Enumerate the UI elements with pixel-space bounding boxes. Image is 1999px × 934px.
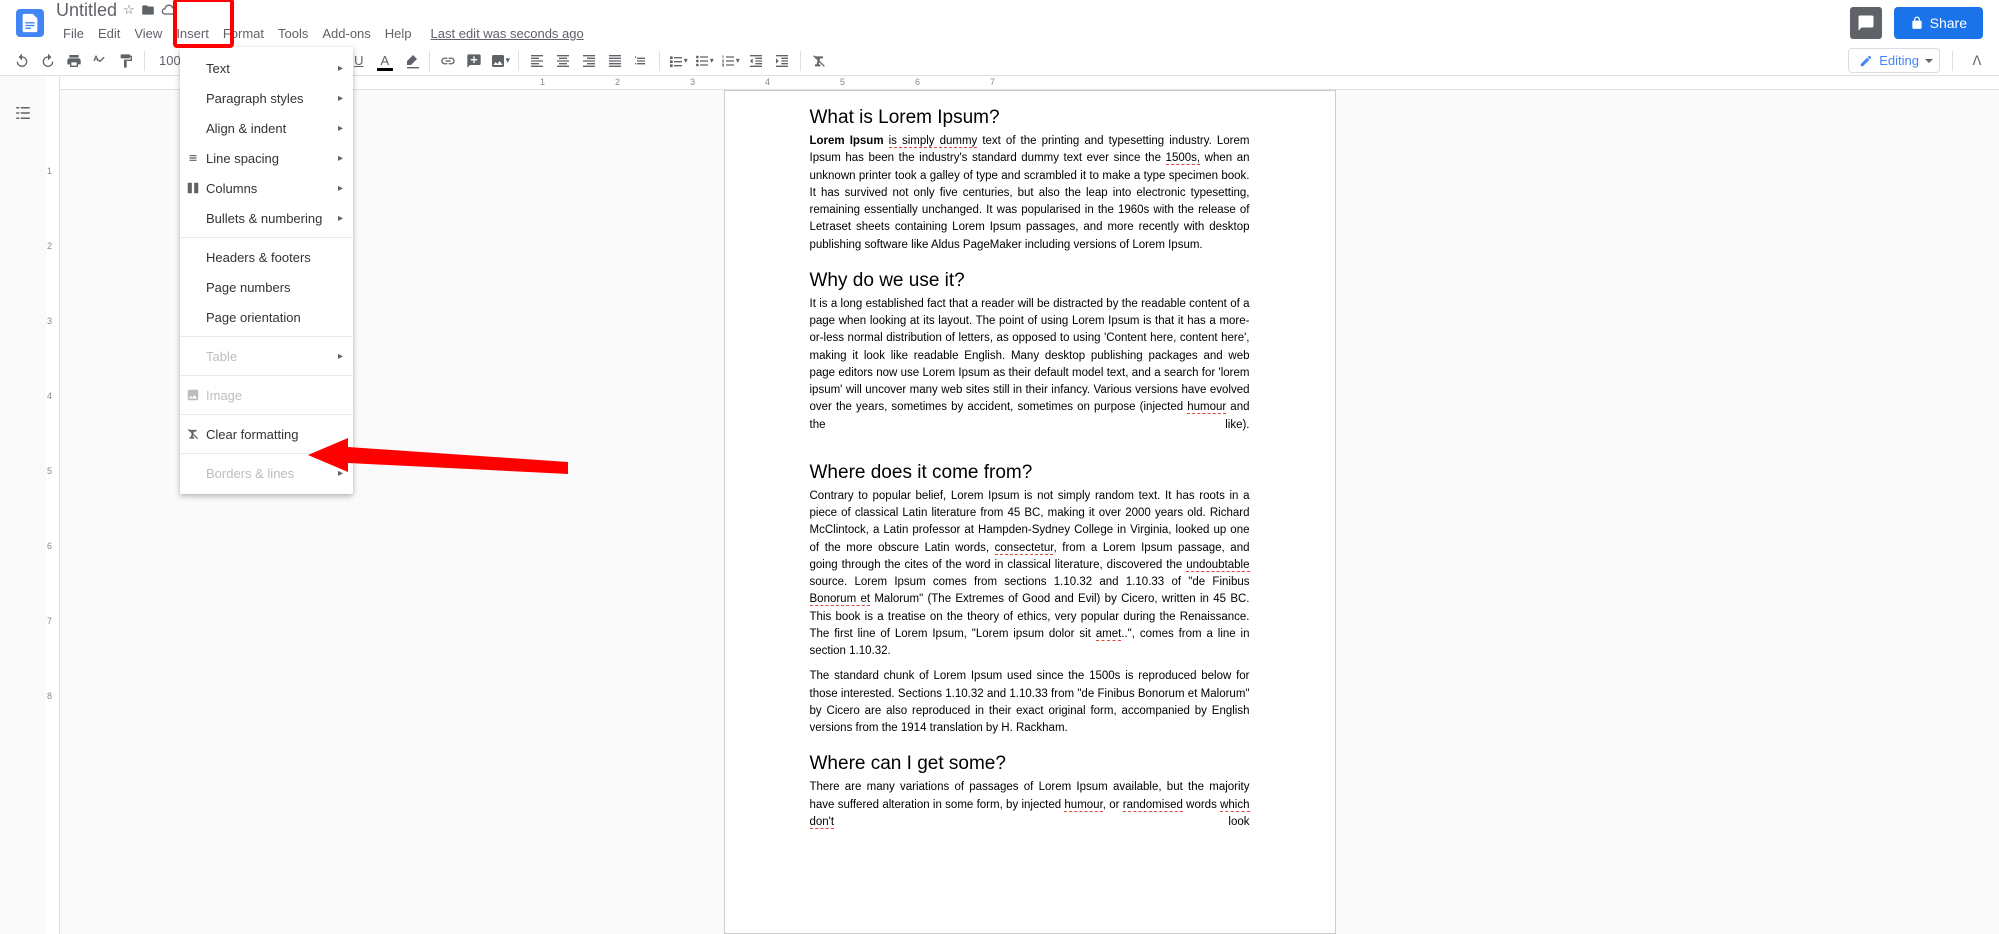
dd-line-spacing[interactable]: Line spacing — [180, 143, 353, 173]
dd-text[interactable]: Text — [180, 53, 353, 83]
editing-mode-button[interactable]: Editing — [1848, 48, 1940, 73]
lock-icon — [1910, 16, 1924, 30]
menu-file[interactable]: File — [56, 22, 91, 45]
left-strip — [0, 76, 46, 934]
menu-tools[interactable]: Tools — [271, 22, 315, 45]
star-icon[interactable]: ☆ — [123, 2, 135, 18]
menu-addons[interactable]: Add-ons — [315, 22, 377, 45]
add-comment-button[interactable] — [462, 49, 486, 73]
dd-table: Table — [180, 341, 353, 371]
menu-format[interactable]: Format — [216, 22, 271, 45]
dd-image: Image — [180, 380, 353, 410]
pencil-icon — [1859, 54, 1873, 68]
comments-button[interactable] — [1850, 7, 1882, 39]
decrease-indent-button[interactable] — [744, 49, 768, 73]
document-page[interactable]: What is Lorem Ipsum? Lorem Ipsum is simp… — [724, 90, 1336, 934]
paragraph-4: The standard chunk of Lorem Ipsum used s… — [810, 668, 1250, 737]
line-spacing-icon — [186, 151, 200, 165]
menu-help[interactable]: Help — [378, 22, 419, 45]
dd-borders-lines: Borders & lines — [180, 458, 353, 488]
title-area: Untitled ☆ File Edit View Insert Format … — [56, 0, 1850, 45]
paragraph-1: Lorem Ipsum is simply dummy text of the … — [810, 133, 1250, 254]
vertical-ruler: 1 2 3 4 5 6 7 8 — [46, 76, 60, 934]
paragraph-2: It is a long established fact that a rea… — [810, 296, 1250, 434]
insert-link-button[interactable] — [436, 49, 460, 73]
paragraph-5: There are many variations of passages of… — [810, 779, 1250, 831]
paragraph-3: Contrary to popular belief, Lorem Ipsum … — [810, 488, 1250, 661]
numbered-list-button[interactable]: ▾ — [718, 49, 742, 73]
dd-bullets-numbering[interactable]: Bullets & numbering — [180, 203, 353, 233]
heading-3: Where does it come from? — [810, 462, 1250, 484]
last-edit-link[interactable]: Last edit was seconds ago — [431, 22, 584, 45]
dd-headers-footers[interactable]: Headers & footers — [180, 242, 353, 272]
align-right-button[interactable] — [577, 49, 601, 73]
line-spacing-button[interactable] — [629, 49, 653, 73]
cloud-icon[interactable] — [161, 2, 177, 18]
image-icon — [186, 388, 200, 402]
menu-bar: File Edit View Insert Format Tools Add-o… — [56, 22, 1850, 45]
dd-page-numbers[interactable]: Page numbers — [180, 272, 353, 302]
share-button[interactable]: Share — [1894, 7, 1983, 39]
menu-view[interactable]: View — [127, 22, 169, 45]
collapse-button[interactable]: ᐱ — [1965, 49, 1989, 73]
print-button[interactable] — [62, 49, 86, 73]
share-label: Share — [1930, 15, 1967, 31]
spellcheck-button[interactable] — [88, 49, 112, 73]
outline-icon[interactable] — [14, 104, 32, 122]
align-center-button[interactable] — [551, 49, 575, 73]
align-justify-button[interactable] — [603, 49, 627, 73]
text-color-button[interactable]: A — [373, 49, 397, 73]
document-title[interactable]: Untitled — [56, 0, 117, 21]
undo-button[interactable] — [10, 49, 34, 73]
dd-page-orientation[interactable]: Page orientation — [180, 302, 353, 332]
insert-image-button[interactable]: ▾ — [488, 49, 512, 73]
clear-formatting-button[interactable] — [807, 49, 831, 73]
align-left-button[interactable] — [525, 49, 549, 73]
editing-label: Editing — [1879, 53, 1919, 68]
menu-insert[interactable]: Insert — [169, 22, 216, 45]
dd-columns[interactable]: Columns — [180, 173, 353, 203]
heading-4: Where can I get some? — [810, 753, 1250, 775]
checklist-button[interactable]: ▾ — [666, 49, 690, 73]
clear-formatting-icon — [186, 427, 200, 441]
paint-format-button[interactable] — [114, 49, 138, 73]
heading-1: What is Lorem Ipsum? — [810, 107, 1250, 129]
dd-clear-formatting[interactable]: Clear formatting — [180, 419, 353, 449]
format-dropdown: Text Paragraph styles Align & indent Lin… — [180, 47, 353, 494]
redo-button[interactable] — [36, 49, 60, 73]
menu-edit[interactable]: Edit — [91, 22, 127, 45]
docs-logo[interactable] — [16, 9, 44, 37]
move-icon[interactable] — [141, 3, 155, 17]
bullet-list-button[interactable]: ▾ — [692, 49, 716, 73]
dd-paragraph-styles[interactable]: Paragraph styles — [180, 83, 353, 113]
heading-2: Why do we use it? — [810, 270, 1250, 292]
header: Untitled ☆ File Edit View Insert Format … — [0, 0, 1999, 46]
highlight-button[interactable] — [399, 49, 423, 73]
dd-align-indent[interactable]: Align & indent — [180, 113, 353, 143]
docs-icon — [19, 12, 41, 34]
increase-indent-button[interactable] — [770, 49, 794, 73]
columns-icon — [186, 181, 200, 195]
